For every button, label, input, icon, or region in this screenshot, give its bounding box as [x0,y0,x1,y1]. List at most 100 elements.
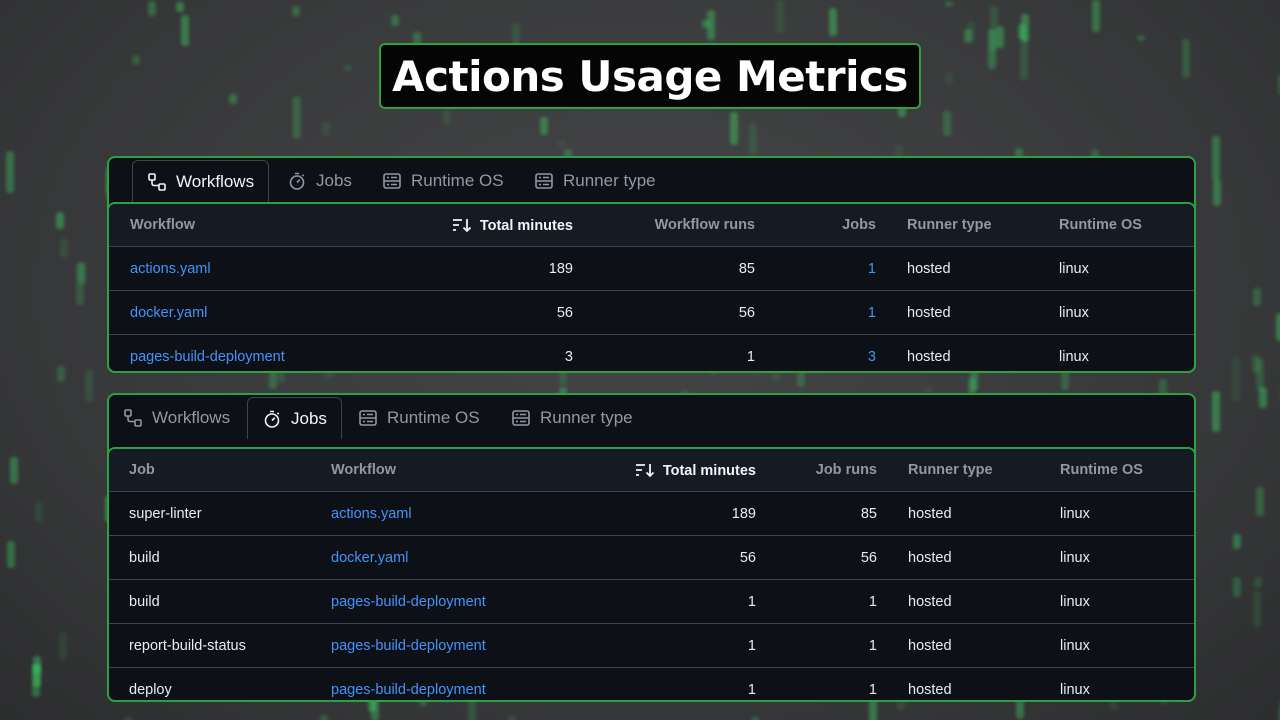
tab-workflows[interactable]: Workflows [132,160,270,202]
runner-type-cell: hosted [906,246,1058,291]
rain-streak [1137,35,1145,41]
job-name-cell: build [128,579,330,624]
rain-streak [1253,591,1261,627]
column-header-total-minutes[interactable]: Total minutes [444,204,574,247]
total-minutes-cell: 1 [610,623,757,668]
runner-type-cell: hosted [907,579,1059,624]
rain-streak [33,656,41,687]
runner-type-cell: hosted [907,535,1059,580]
runner-type-cell: hosted [907,491,1059,536]
stopwatch-icon [287,171,307,191]
server-icon [534,171,554,191]
table-row: docker.yaml 56 56 1 hosted linux [109,290,1194,335]
rain-streak [293,96,301,139]
rain-streak [776,0,784,33]
rain-streak [132,55,140,65]
job-name-cell: report-build-status [128,623,330,668]
column-header-job[interactable]: Job [128,449,330,492]
workflow-link[interactable]: actions.yaml [331,506,412,522]
rain-streak [59,632,67,660]
column-header-workflow[interactable]: Workflow [129,204,444,247]
jobs-panel: Workflows Jobs Runtime OS Runner type Jo… [107,393,1196,702]
workflow-link[interactable]: pages-build-deployment [130,349,285,365]
rain-streak [945,1,953,7]
column-header-runner-type[interactable]: Runner type [907,449,1059,492]
total-minutes-cell: 1 [610,579,757,624]
tab-workflows[interactable]: Workflows [123,397,230,439]
runtime-os-cell: linux [1058,290,1194,335]
rain-streak [85,370,93,402]
workflow-link[interactable]: docker.yaml [130,305,207,321]
tab-runtime-os[interactable]: Runtime OS [382,160,504,202]
rain-streak [1259,387,1267,408]
rain-streak [1254,577,1262,588]
jobs-table: Job Workflow Total minutes Job runs Runn… [109,449,1194,700]
workflows-panel: Workflows Jobs Runtime OS Runner type Wo… [107,156,1196,373]
tab-runner-type[interactable]: Runner type [511,397,633,439]
tab-jobs[interactable]: Jobs [287,160,352,202]
rain-streak [749,123,757,155]
sort-descending-icon [635,462,655,478]
workflow-link[interactable]: actions.yaml [130,261,211,277]
column-header-runtime-os[interactable]: Runtime OS [1059,449,1194,492]
rain-streak [1233,534,1241,549]
rain-streak [78,262,86,284]
table-row: build pages-build-deployment 1 1 hosted … [109,579,1194,624]
column-header-runner-type[interactable]: Runner type [906,204,1058,247]
runner-type-cell: hosted [906,290,1058,335]
rain-streak [1256,487,1264,516]
runner-type-cell: hosted [907,348,951,365]
rain-streak [181,15,189,46]
column-header-job-runs[interactable]: Job runs [757,449,878,492]
runner-type-cell: hosted [908,681,952,698]
runtime-os-cell: linux [1059,348,1089,365]
rain-streak [707,10,715,40]
column-header-jobs[interactable]: Jobs [756,204,877,247]
column-header-runtime-os[interactable]: Runtime OS [1058,204,1194,247]
rain-streak [391,15,399,26]
rain-streak [292,6,300,16]
tab-label: Workflows [176,171,255,191]
workflow-icon [147,172,167,192]
jobs-count-link[interactable]: 1 [868,305,876,321]
server-icon [511,408,531,428]
table-row: report-build-status pages-build-deployme… [109,623,1194,668]
total-minutes-cell: 56 [444,290,574,335]
runner-type-cell: hosted [907,623,1059,668]
workflow-link[interactable]: docker.yaml [331,550,408,566]
workflow-link[interactable]: pages-build-deployment [331,594,486,610]
rain-streak [996,26,1004,48]
rain-streak [320,715,328,720]
rain-streak [1212,391,1220,432]
tab-label: Jobs [316,171,352,190]
rain-streak [964,29,972,43]
rain-streak [60,239,68,258]
runtime-os-cell: linux [1059,579,1194,624]
workflow-link[interactable]: pages-build-deployment [331,682,486,698]
job-runs-cell: 1 [868,681,877,698]
total-minutes-cell: 189 [610,491,757,536]
column-header-workflow-runs[interactable]: Workflow runs [574,204,756,247]
job-runs-cell: 1 [757,623,878,668]
job-runs-cell: 85 [757,491,878,536]
rain-streak [1233,577,1241,597]
tab-runner-type[interactable]: Runner type [534,160,656,202]
jobs-count-link[interactable]: 1 [868,261,876,277]
rain-streak [229,94,237,104]
tab-label: Runtime OS [411,171,504,190]
runtime-os-cell: linux [1060,681,1090,698]
column-header-workflow[interactable]: Workflow [330,449,610,492]
jobs-count-link[interactable]: 3 [868,349,876,365]
rain-streak [540,117,548,135]
rain-streak [1276,313,1280,341]
rain-streak [558,140,566,147]
rain-streak [57,366,65,382]
column-header-total-minutes[interactable]: Total minutes [610,449,757,492]
table-header-row: Job Workflow Total minutes Job runs Runn… [109,449,1194,492]
total-minutes-cell: 3 [564,348,573,365]
tab-jobs[interactable]: Jobs [247,397,342,439]
tab-runtime-os[interactable]: Runtime OS [358,397,480,439]
rain-streak [1092,0,1100,32]
workflow-link[interactable]: pages-build-deployment [331,638,486,654]
job-runs-cell: 56 [757,535,878,580]
